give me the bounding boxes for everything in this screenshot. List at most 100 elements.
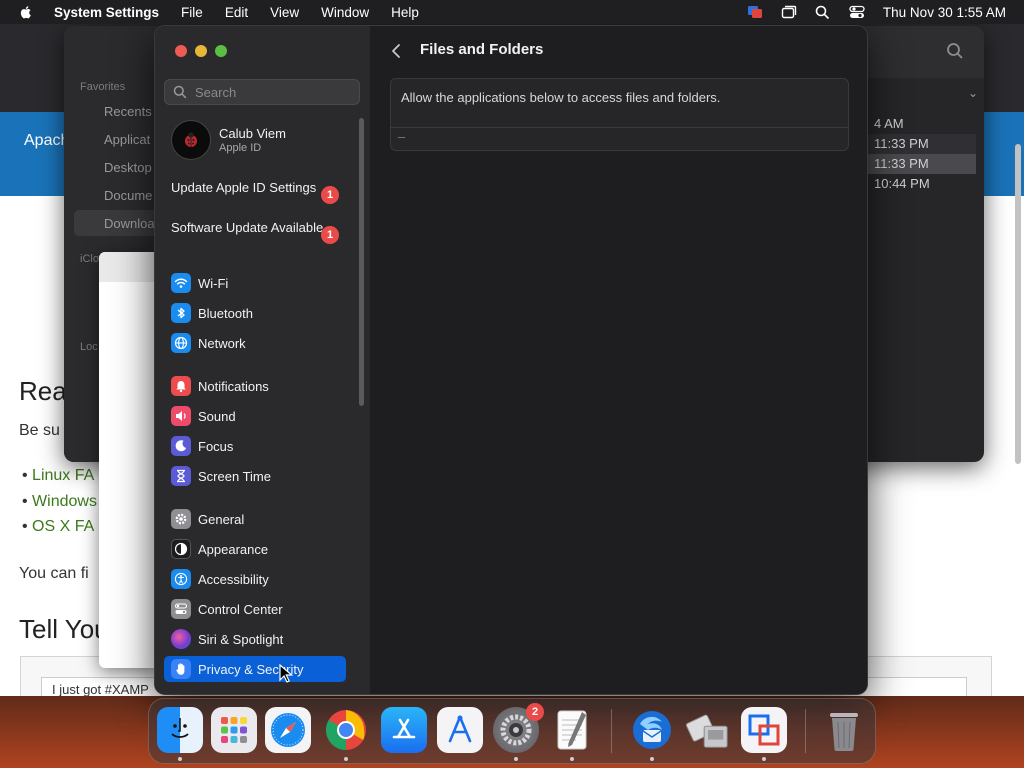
- divider: [391, 127, 848, 128]
- chevron-down-icon[interactable]: ⌄: [968, 86, 978, 100]
- spotlight-search-icon[interactable]: [815, 4, 831, 20]
- finder-sidebar-item[interactable]: Docume: [104, 188, 152, 203]
- mouse-pointer-icon: [279, 664, 293, 683]
- trash-icon[interactable]: [821, 707, 867, 753]
- screen-share-icon[interactable]: [747, 4, 763, 20]
- close-button[interactable]: [175, 45, 187, 57]
- menu-file[interactable]: File: [181, 5, 203, 20]
- textedit-icon[interactable]: [549, 707, 595, 753]
- browser-scrollbar[interactable]: [1015, 144, 1021, 464]
- search-input[interactable]: [193, 83, 357, 101]
- control-center-icon[interactable]: [849, 4, 865, 20]
- account-subtitle: Apple ID: [219, 142, 262, 154]
- sidebar-item-bluetooth[interactable]: Bluetooth: [164, 300, 346, 326]
- sidebar-item-control-center[interactable]: Control Center: [164, 596, 346, 622]
- chevron-left-icon: [392, 44, 400, 58]
- sidebar-item-appearance[interactable]: Appearance: [164, 536, 346, 562]
- dock-separator: [611, 709, 612, 753]
- sidebar-item-notifications[interactable]: Notifications: [164, 373, 346, 399]
- faq-link[interactable]: Windows: [22, 493, 97, 511]
- sidebar-item-general[interactable]: General: [164, 506, 346, 532]
- xcode-instruments-icon[interactable]: [437, 707, 483, 753]
- ladybug-icon: [185, 132, 197, 147]
- link-text[interactable]: Linux FA: [32, 467, 94, 484]
- thunderbird-icon[interactable]: [629, 707, 675, 753]
- software-update-notice[interactable]: Software Update Available: [171, 220, 341, 236]
- sidebar-item-label: Wi-Fi: [198, 275, 229, 291]
- sidebar-item-sound[interactable]: Sound: [164, 403, 346, 429]
- search-icon[interactable]: [946, 42, 964, 60]
- sidebar-item-wifi[interactable]: Wi-Fi: [164, 270, 346, 296]
- menu-window[interactable]: Window: [321, 5, 369, 20]
- apple-id-account[interactable]: Calub Viem Apple ID: [171, 120, 286, 160]
- menu-help[interactable]: Help: [391, 5, 419, 20]
- menu-view[interactable]: View: [270, 5, 299, 20]
- sidebar-item-label: Sound: [198, 408, 236, 424]
- account-name: Calub Viem: [219, 126, 286, 141]
- toggles-icon: [171, 599, 191, 619]
- windows-icon[interactable]: [781, 4, 797, 20]
- vmware-icon[interactable]: [741, 707, 787, 753]
- running-indicator: [762, 757, 766, 761]
- sidebar-item-label: General: [198, 511, 245, 527]
- page-text: Be su: [19, 422, 60, 439]
- notice-label: Software Update Available: [171, 220, 324, 235]
- faq-link[interactable]: OS X FA: [22, 518, 94, 536]
- finder-sidebar-item[interactable]: Desktop: [104, 160, 152, 175]
- sidebar-item-siri-spotlight[interactable]: Siri & Spotlight: [164, 626, 346, 652]
- sidebar-item-privacy-security[interactable]: Privacy & Security: [164, 656, 346, 682]
- hourglass-icon: [171, 466, 191, 486]
- network-icon: [171, 333, 191, 353]
- apple-icon[interactable]: [18, 4, 34, 20]
- sidebar-search[interactable]: [164, 79, 360, 105]
- sidebar-item-focus[interactable]: Focus: [164, 433, 346, 459]
- settings-sidebar: Calub Viem Apple ID Update Apple ID Sett…: [155, 26, 371, 694]
- page-heading: Tell You: [19, 614, 109, 644]
- settings-main-pane: Files and Folders Allow the applications…: [370, 26, 867, 694]
- finder-sidebar-heading: Loc: [80, 341, 98, 353]
- notice-label: Update Apple ID Settings: [171, 180, 317, 195]
- link-text[interactable]: Windows: [32, 493, 97, 510]
- files-folders-panel: Allow the applications below to access f…: [390, 78, 849, 151]
- running-indicator: [570, 757, 574, 761]
- faq-link[interactable]: Linux FA: [22, 467, 94, 485]
- search-icon: [173, 85, 187, 99]
- sidebar-item-accessibility[interactable]: Accessibility: [164, 566, 346, 592]
- minimize-button[interactable]: [195, 45, 207, 57]
- migration-assistant-icon[interactable]: [685, 707, 731, 753]
- app-store-icon[interactable]: [381, 707, 427, 753]
- sidebar-item-label: Control Center: [198, 601, 283, 617]
- finder-sidebar-item[interactable]: Recents: [104, 104, 152, 119]
- finder-sidebar-item[interactable]: Applicat: [104, 132, 150, 147]
- chrome-icon[interactable]: [323, 707, 369, 753]
- sidebar-scrollbar[interactable]: [359, 118, 364, 406]
- speaker-icon: [171, 406, 191, 426]
- running-indicator: [344, 757, 348, 761]
- page-text: You can fi: [19, 565, 89, 582]
- page-heading: Rea: [19, 376, 67, 406]
- finder-sidebar-item[interactable]: Downloa: [104, 216, 155, 231]
- link-text[interactable]: OS X FA: [32, 518, 94, 535]
- sidebar-item-label: Siri & Spotlight: [198, 631, 284, 647]
- appearance-icon: [171, 539, 191, 559]
- page-title: Files and Folders: [420, 41, 544, 58]
- safari-icon[interactable]: [265, 707, 311, 753]
- hand-icon: [171, 659, 191, 679]
- sidebar-item-network[interactable]: Network: [164, 330, 346, 356]
- finder-icon[interactable]: [157, 707, 203, 753]
- wifi-icon: [171, 273, 191, 293]
- zoom-button[interactable]: [215, 45, 227, 57]
- remove-button[interactable]: –: [398, 129, 405, 144]
- sidebar-item-screen-time[interactable]: Screen Time: [164, 463, 346, 489]
- update-apple-id-notice[interactable]: Update Apple ID Settings: [171, 180, 341, 196]
- gear-icon: [171, 509, 191, 529]
- menu-edit[interactable]: Edit: [225, 5, 248, 20]
- launchpad-icon[interactable]: [211, 707, 257, 753]
- bluetooth-icon: [171, 303, 191, 323]
- menu-app-name[interactable]: System Settings: [54, 5, 159, 20]
- menu-clock[interactable]: Thu Nov 30 1:55 AM: [883, 5, 1006, 20]
- notification-badge: 1: [321, 186, 339, 204]
- notification-badge: 1: [321, 226, 339, 244]
- back-button[interactable]: [388, 41, 404, 61]
- system-settings-window: Calub Viem Apple ID Update Apple ID Sett…: [154, 25, 868, 695]
